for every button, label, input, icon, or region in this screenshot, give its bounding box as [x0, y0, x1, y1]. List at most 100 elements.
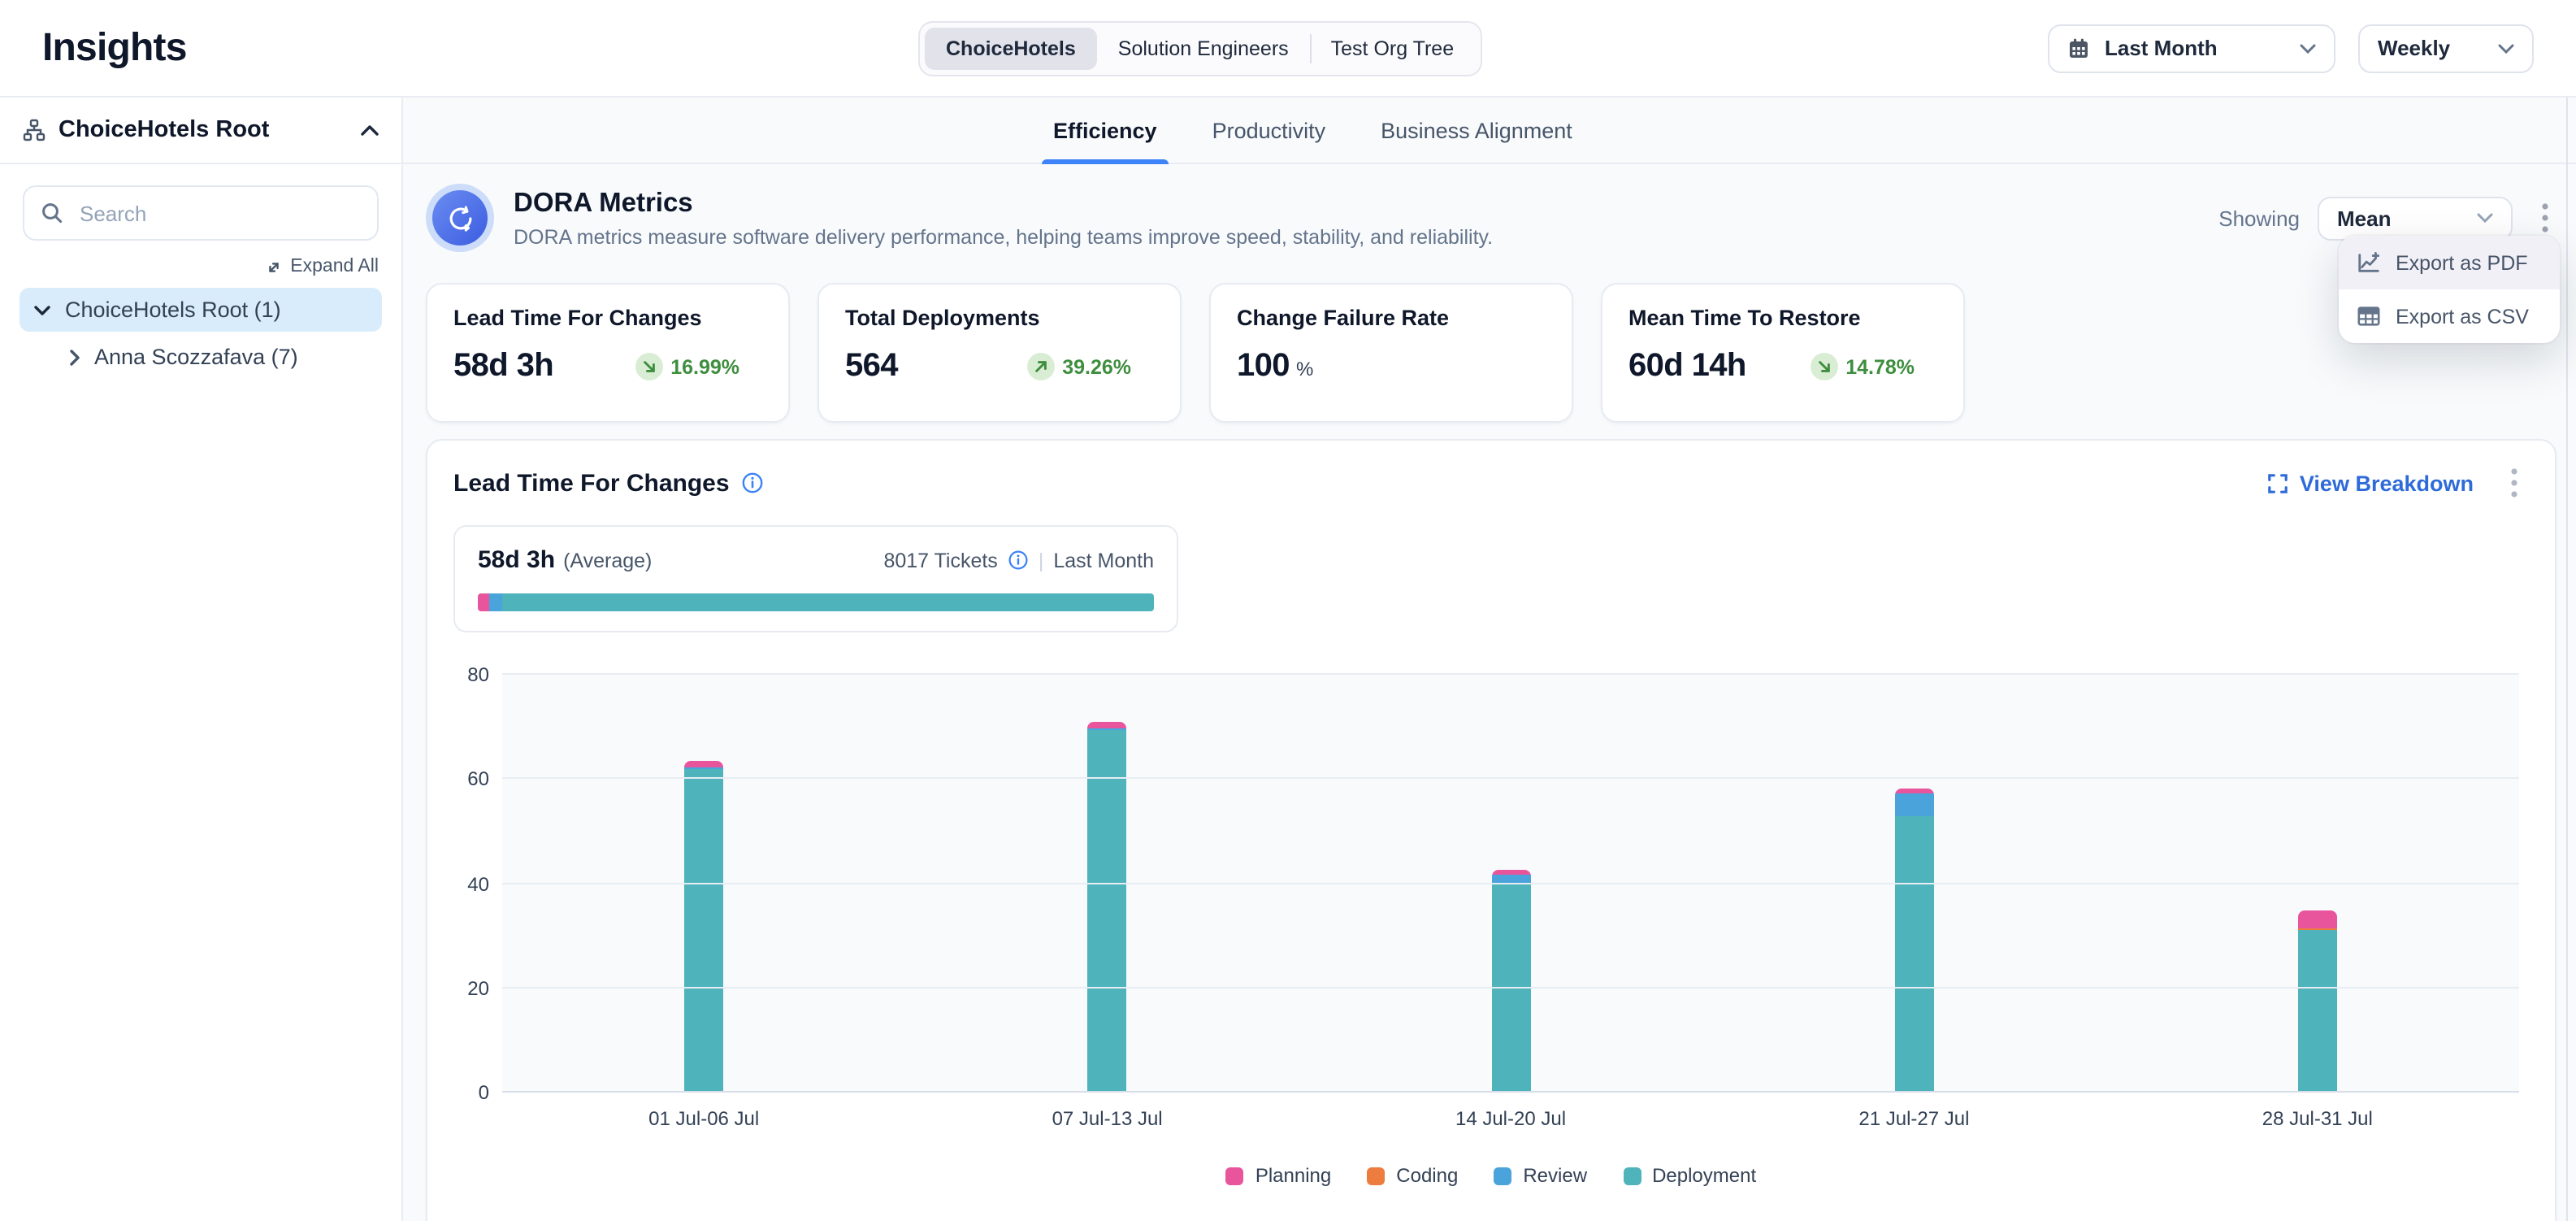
- chart-kebab-menu-button[interactable]: [2500, 463, 2529, 502]
- tree-item-anna[interactable]: Anna Scozzafava (7): [55, 335, 382, 379]
- showing-label: Showing: [2218, 206, 2300, 230]
- metric-tabs: Efficiency Productivity Business Alignme…: [403, 98, 2576, 164]
- sidebar-root-label: ChoiceHotels Root: [59, 117, 269, 143]
- aggregation-select[interactable]: Mean: [2318, 196, 2513, 240]
- dora-description: DORA metrics measure software delivery p…: [514, 225, 1493, 248]
- card-title: Total Deployments: [845, 306, 1154, 330]
- page-title: Insights: [42, 25, 187, 71]
- sidebar-header[interactable]: ChoiceHotels Root: [0, 98, 401, 164]
- legend-item-planning[interactable]: Planning: [1226, 1164, 1331, 1187]
- legend-label: Review: [1523, 1164, 1587, 1187]
- y-tick-label: 60: [467, 768, 489, 791]
- org-tree-icon: [23, 119, 46, 141]
- org-tab-solution-engineers[interactable]: Solution Engineers: [1097, 27, 1310, 69]
- tree-item-label: Anna Scozzafava (7): [94, 345, 298, 369]
- gridline: [502, 987, 2519, 989]
- date-range-value: Last Month: [2105, 36, 2218, 60]
- lead-time-chart: 020406080: [453, 675, 2529, 1093]
- lead-time-chart-card: Lead Time For Changes View Breakdown: [426, 439, 2556, 1221]
- scrollbar-track[interactable]: [2566, 98, 2568, 1221]
- average-label: (Average): [563, 549, 652, 571]
- card-change-failure-rate: Change Failure Rate 100 %: [1209, 283, 1573, 423]
- x-tick-label: 14 Jul-20 Jul: [1309, 1107, 1712, 1130]
- card-title: Mean Time To Restore: [1628, 306, 1937, 330]
- sidebar: ChoiceHotels Root Expand All: [0, 98, 403, 1221]
- legend-item-coding[interactable]: Coding: [1367, 1164, 1458, 1187]
- org-tab-test-org-tree[interactable]: Test Org Tree: [1310, 27, 1475, 69]
- tab-efficiency[interactable]: Efficiency: [1048, 98, 1162, 163]
- legend-swatch: [1494, 1167, 1511, 1184]
- gridline: [502, 673, 2519, 675]
- org-tree: ChoiceHotels Root (1) Anna Scozzafava (7…: [0, 288, 401, 379]
- tab-productivity[interactable]: Productivity: [1208, 98, 1331, 163]
- export-pdf-label: Export as PDF: [2396, 251, 2528, 274]
- export-csv-menu-item[interactable]: Export as CSV: [2339, 289, 2560, 343]
- x-tick-label: 28 Jul-31 Jul: [2116, 1107, 2519, 1130]
- legend-swatch: [1367, 1167, 1385, 1184]
- calendar-icon: [2067, 37, 2090, 59]
- chart-legend: Planning Coding Review Deployment: [453, 1164, 2529, 1187]
- info-icon[interactable]: [741, 471, 764, 494]
- dora-controls: Showing Mean: [2218, 196, 2560, 240]
- search-icon: [41, 202, 63, 224]
- expand-breakdown-icon: [2267, 472, 2288, 493]
- trend-badge: 39.26%: [1026, 353, 1131, 380]
- date-range-select[interactable]: Last Month: [2048, 24, 2335, 72]
- bar-column: [2116, 675, 2519, 1093]
- divider: |: [1039, 549, 1044, 571]
- gridline: [502, 882, 2519, 884]
- chart-export-icon: [2357, 250, 2381, 275]
- stacked-bar[interactable]: [1894, 789, 1933, 1093]
- expand-all-button[interactable]: Expand All: [23, 257, 379, 276]
- card-value: 100 %: [1237, 348, 1313, 385]
- y-tick-label: 80: [467, 663, 489, 686]
- tickets-count: 8017 Tickets: [883, 549, 997, 571]
- average-value: 58d 3h: [478, 546, 555, 574]
- search-input[interactable]: [76, 199, 361, 227]
- granularity-select[interactable]: Weekly: [2358, 24, 2534, 72]
- legend-label: Planning: [1255, 1164, 1331, 1187]
- expand-all-label: Expand All: [290, 257, 379, 276]
- stacked-bar[interactable]: [2298, 910, 2337, 1093]
- bar-segment-planning: [2298, 910, 2337, 928]
- top-controls: Last Month Weekly: [2048, 24, 2534, 72]
- export-csv-label: Export as CSV: [2396, 305, 2529, 328]
- org-tab-choicehotels[interactable]: ChoiceHotels: [925, 27, 1097, 69]
- content-area: Efficiency Productivity Business Alignme…: [403, 98, 2576, 1221]
- period-label: Last Month: [1053, 549, 1154, 571]
- bar-segment-planning: [1491, 870, 1530, 876]
- chevron-up-icon[interactable]: [361, 124, 379, 136]
- trend-delta: 39.26%: [1062, 355, 1131, 378]
- export-menu: Export as PDF Export as CSV: [2339, 236, 2560, 343]
- stacked-bar[interactable]: [1491, 870, 1530, 1093]
- trend-down-icon: [635, 353, 662, 380]
- view-breakdown-button[interactable]: View Breakdown: [2267, 471, 2474, 495]
- trend-down-icon: [1810, 353, 1837, 380]
- export-pdf-menu-item[interactable]: Export as PDF: [2339, 236, 2560, 289]
- card-title: Change Failure Rate: [1237, 306, 1546, 330]
- phase-distribution-bar: [478, 593, 1154, 611]
- tab-business-alignment[interactable]: Business Alignment: [1376, 98, 1577, 163]
- trend-delta: 14.78%: [1845, 355, 1915, 378]
- org-switcher: ChoiceHotels Solution Engineers Test Org…: [918, 20, 1481, 76]
- top-bar: Insights ChoiceHotels Solution Engineers…: [0, 0, 2576, 98]
- tree-item-root[interactable]: ChoiceHotels Root (1): [20, 288, 382, 332]
- dora-kebab-menu-button[interactable]: [2530, 198, 2560, 237]
- stacked-bar[interactable]: [684, 760, 723, 1093]
- dora-title: DORA Metrics: [514, 188, 1493, 219]
- bar-segment-planning: [1088, 721, 1127, 728]
- gridline: [502, 1091, 2519, 1093]
- card-value: 60d 14h: [1628, 348, 1746, 385]
- chevron-down-icon: [2477, 213, 2493, 223]
- y-axis: 020406080: [453, 675, 502, 1093]
- y-tick-label: 20: [467, 977, 489, 1000]
- x-tick-label: 01 Jul-06 Jul: [502, 1107, 905, 1130]
- legend-item-review[interactable]: Review: [1494, 1164, 1587, 1187]
- view-breakdown-label: View Breakdown: [2300, 471, 2474, 495]
- dora-texts: DORA Metrics DORA metrics measure softwa…: [514, 188, 1493, 248]
- app-root: Insights ChoiceHotels Solution Engineers…: [0, 0, 2576, 1221]
- bar-column: [502, 675, 905, 1093]
- legend-item-deployment[interactable]: Deployment: [1623, 1164, 1756, 1187]
- card-value: 564: [845, 348, 898, 385]
- info-icon[interactable]: [1008, 550, 1029, 571]
